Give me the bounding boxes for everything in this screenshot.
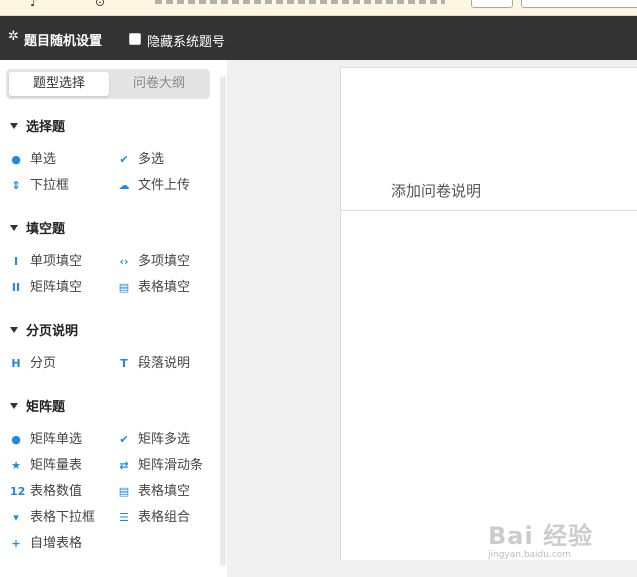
- stars-icon: ★: [11, 459, 21, 472]
- question-type-item[interactable]: ✔ 矩阵多选: [118, 428, 190, 447]
- question-type-label: 矩阵单选: [30, 432, 83, 447]
- question-type-label: 矩阵多选: [138, 432, 191, 447]
- matrix-radio-icon: ●: [11, 433, 21, 446]
- category-header[interactable]: 填空题: [10, 218, 65, 237]
- question-type-item[interactable]: ▾ 表格下拉框: [10, 506, 95, 525]
- tab-survey-outline[interactable]: 问卷大纲: [109, 72, 209, 96]
- gear-icon[interactable]: ✲: [8, 29, 19, 44]
- category-header[interactable]: 矩阵题: [10, 396, 65, 415]
- question-type-item[interactable]: H 分页: [10, 352, 56, 371]
- question-type-item[interactable]: ☁ 文件上传: [118, 174, 191, 193]
- category-title: 选择题: [26, 120, 66, 135]
- question-type-label: 文件上传: [138, 178, 191, 193]
- category-title: 填空题: [26, 222, 66, 237]
- question-type-label: 表格数值: [30, 484, 83, 499]
- divider: [341, 210, 637, 211]
- question-type-item[interactable]: ▤ 表格填空: [118, 480, 190, 499]
- question-type-label: 下拉框: [30, 178, 70, 193]
- strip-blurred-text: [155, 0, 445, 4]
- question-type-item[interactable]: T 段落说明: [118, 352, 190, 371]
- question-type-label: 段落说明: [138, 356, 191, 371]
- question-type-label: 多项填空: [138, 254, 191, 269]
- strip-icon-2: ⊙: [95, 0, 106, 9]
- strip-icon: ♪: [30, 0, 38, 9]
- brackets-icon: ‹›: [119, 255, 129, 268]
- category-title: 矩阵题: [26, 400, 66, 415]
- add-description-placeholder[interactable]: 添加问卷说明: [391, 180, 481, 201]
- watermark-logo: Bai 经验 jingyan.baidu.com: [484, 506, 604, 568]
- sort-arrows-icon: ⇕: [11, 179, 21, 192]
- question-type-item[interactable]: ★ 矩阵量表: [10, 454, 82, 473]
- category-header[interactable]: 分页说明: [10, 320, 78, 339]
- question-type-item[interactable]: ▤ 表格填空: [118, 276, 190, 295]
- question-type-label: 矩阵滑动条: [138, 458, 204, 473]
- question-type-item[interactable]: ⇕ 下拉框: [10, 174, 69, 193]
- question-type-label: 单项填空: [30, 254, 83, 269]
- question-type-item[interactable]: ● 单选: [10, 148, 56, 167]
- sliders-icon: ⇄: [119, 459, 129, 472]
- checkmark-icon: ✔: [119, 153, 129, 166]
- caret-down-icon: [10, 327, 18, 333]
- question-type-label: 表格组合: [138, 510, 191, 525]
- double-check-icon: ✔: [119, 433, 129, 446]
- sidebar-tabs: 题型选择 问卷大纲: [6, 69, 210, 99]
- dropdown-box-icon: ▾: [13, 511, 19, 524]
- tab-question-types[interactable]: 题型选择: [9, 72, 109, 96]
- question-type-label: 表格下拉框: [30, 510, 96, 525]
- table-icon: ▤: [118, 485, 130, 498]
- text-cursor-icon: I: [13, 255, 19, 268]
- question-type-label: 矩阵量表: [30, 458, 83, 473]
- plus-icon: +: [11, 537, 21, 550]
- watermark-url: jingyan.baidu.com: [488, 550, 572, 560]
- table-icon: ▤: [118, 281, 130, 294]
- question-type-label: 表格填空: [138, 484, 191, 499]
- sidebar-scrollbar[interactable]: [220, 76, 226, 566]
- watermark-brand: Bai 经验: [488, 522, 594, 550]
- strip-input[interactable]: [521, 0, 637, 8]
- question-type-item[interactable]: ‹› 多项填空: [118, 250, 190, 269]
- question-type-sidebar: 题型选择 问卷大纲 选择题 ● 单选 ✔ 多选 ⇕ 下拉框 ☁ 文件上传填空题 I 单项填空 ‹› 多项…: [0, 60, 227, 577]
- editor-toolbar: ✲ 题目随机设置 隐藏系统题号: [0, 16, 637, 60]
- question-type-item[interactable]: ⇄ 矩阵滑动条: [118, 454, 203, 473]
- question-type-item[interactable]: ✔ 多选: [118, 148, 164, 167]
- survey-canvas: 添加问卷说明: [340, 67, 637, 560]
- category-title: 分页说明: [26, 324, 79, 339]
- category-header[interactable]: 选择题: [10, 116, 65, 135]
- question-type-item[interactable]: 12 表格数值: [10, 480, 82, 499]
- question-type-item[interactable]: ☰ 表格组合: [118, 506, 190, 525]
- question-type-label: 多选: [138, 152, 165, 167]
- numbers-icon: 12: [10, 485, 26, 498]
- question-type-label: 矩阵填空: [30, 280, 83, 295]
- random-settings-button[interactable]: 题目随机设置: [24, 30, 102, 49]
- text-t-icon: T: [120, 357, 128, 370]
- strip-button[interactable]: [471, 0, 513, 8]
- hide-numbers-checkbox[interactable]: [129, 33, 141, 45]
- question-type-label: 分页: [30, 356, 57, 371]
- cloud-upload-icon: ☁: [118, 179, 130, 192]
- question-type-item[interactable]: + 自增表格: [10, 532, 82, 551]
- question-type-item[interactable]: II 矩阵填空: [10, 276, 82, 295]
- question-type-item[interactable]: I 单项填空: [10, 250, 82, 269]
- question-type-label: 表格填空: [138, 280, 191, 295]
- question-type-label: 单选: [30, 152, 57, 167]
- hide-numbers-label[interactable]: 隐藏系统题号: [147, 31, 225, 50]
- table-group-icon: ☰: [119, 511, 129, 524]
- caret-down-icon: [10, 123, 18, 129]
- browser-notification-strip: ♪ ⊙: [0, 0, 637, 16]
- caret-down-icon: [10, 403, 18, 409]
- page-break-icon: H: [11, 357, 21, 370]
- radio-dot-icon: ●: [11, 153, 21, 166]
- question-type-label: 自增表格: [30, 536, 83, 551]
- caret-down-icon: [10, 225, 18, 231]
- question-type-item[interactable]: ● 矩阵单选: [10, 428, 82, 447]
- double-cursor-icon: II: [11, 281, 21, 294]
